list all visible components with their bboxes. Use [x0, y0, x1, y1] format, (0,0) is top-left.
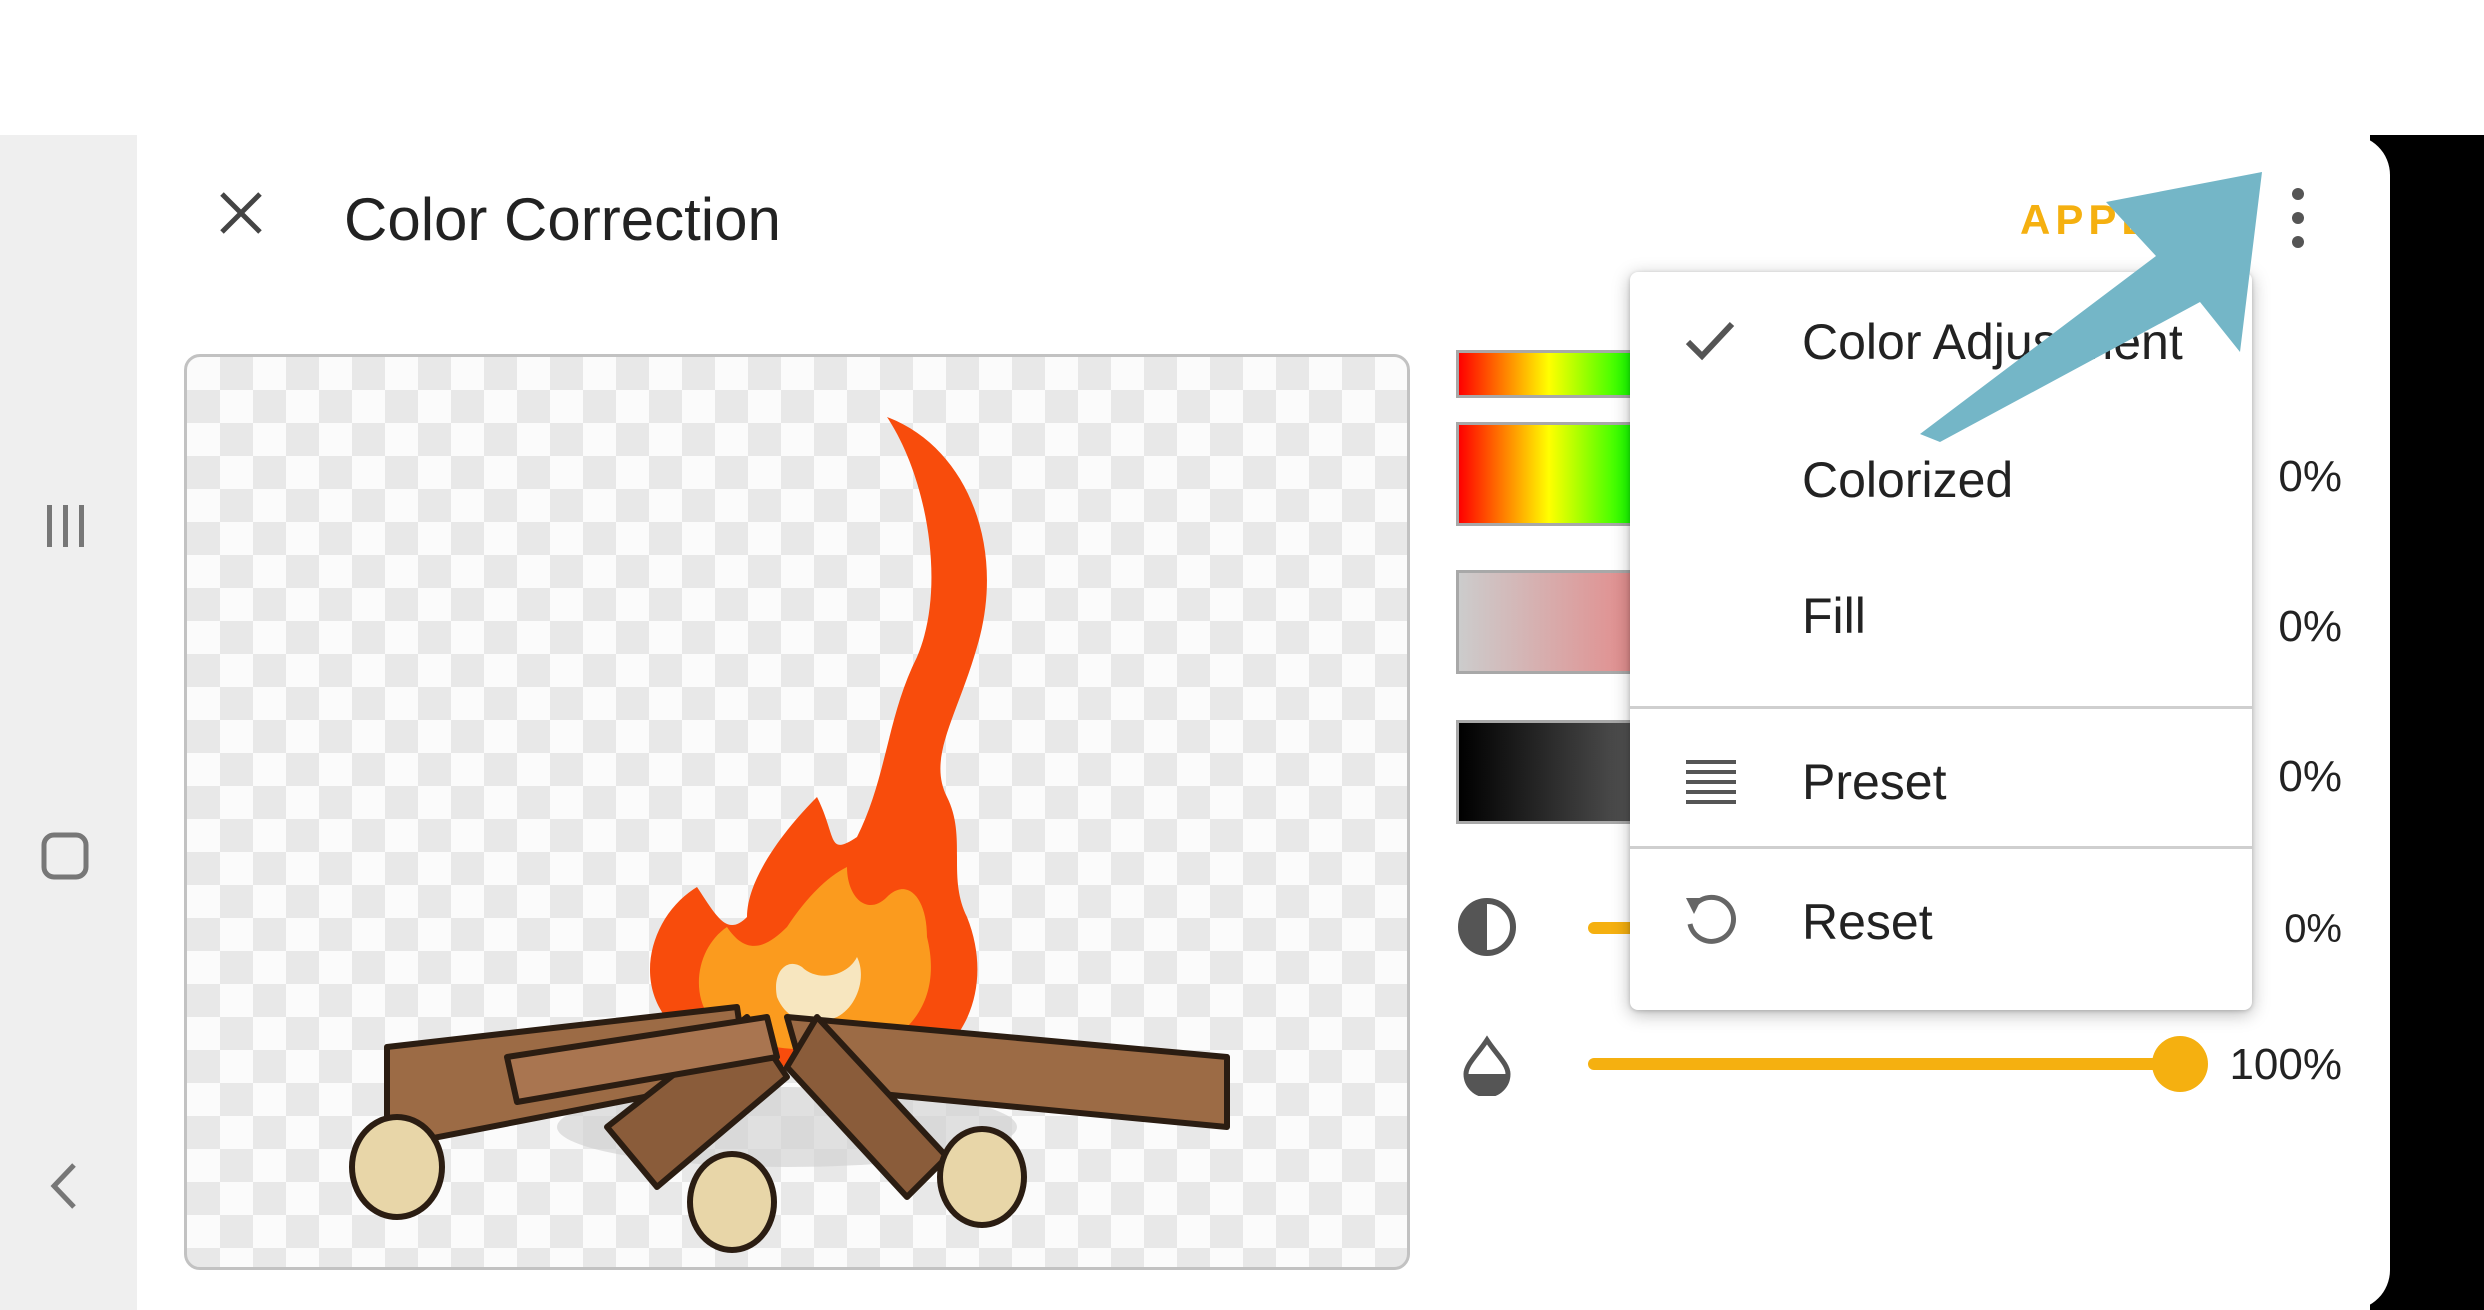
menu-divider — [1630, 706, 2252, 709]
menu-label-preset: Preset — [1802, 754, 1947, 810]
system-nav-bar — [0, 135, 137, 1310]
overflow-menu: Color Adjustment Colorized Fill Preset R… — [1630, 272, 2252, 1010]
back-icon[interactable] — [34, 1155, 96, 1217]
check-icon — [1685, 321, 1735, 361]
menu-item-colorized[interactable]: Colorized — [1630, 410, 2252, 542]
opacity-slider-thumb[interactable] — [2152, 1036, 2208, 1092]
more-vert-icon[interactable] — [2270, 180, 2326, 256]
menu-divider — [1630, 846, 2252, 849]
menu-item-preset[interactable]: Preset — [1630, 712, 2252, 844]
menu-label-colorized: Colorized — [1802, 452, 2014, 508]
brightness-slider[interactable] — [1456, 720, 1642, 824]
campfire-image — [349, 417, 1230, 1253]
reset-icon — [1686, 894, 1736, 944]
opacity-slider-track[interactable] — [1588, 1058, 2188, 1070]
menu-item-reset[interactable]: Reset — [1630, 852, 2252, 984]
hue-slider[interactable] — [1456, 422, 1642, 526]
image-preview[interactable] — [184, 354, 1410, 1270]
close-icon[interactable] — [208, 180, 274, 246]
menu-item-fill[interactable]: Fill — [1630, 546, 2252, 678]
opacity-value: 100% — [2229, 1040, 2342, 1089]
menu-label-color-adjustment: Color Adjustment — [1802, 314, 2183, 370]
menu-label-reset: Reset — [1802, 894, 1933, 950]
saturation-slider[interactable] — [1456, 570, 1642, 674]
opacity-drop-icon — [1463, 1035, 1511, 1096]
home-icon[interactable] — [34, 825, 96, 887]
apply-button[interactable]: APPLY — [2020, 190, 2181, 250]
menu-label-fill: Fill — [1802, 588, 1866, 644]
recent-apps-icon[interactable] — [34, 495, 96, 557]
contrast-icon — [1458, 898, 1516, 956]
hue-spectrum-bar — [1456, 350, 1642, 398]
page-title: Color Correction — [344, 186, 781, 253]
menu-item-color-adjustment[interactable]: Color Adjustment — [1630, 272, 2252, 404]
list-icon — [1686, 760, 1736, 804]
